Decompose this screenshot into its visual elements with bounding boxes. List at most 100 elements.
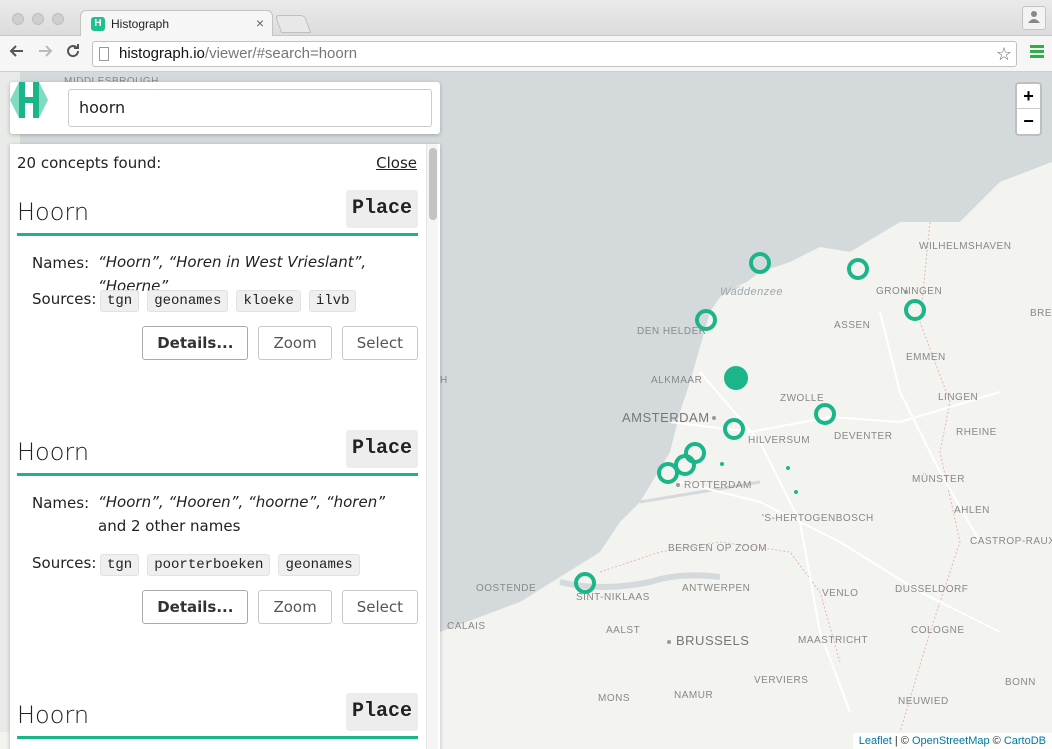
window-minimize-button[interactable] [32, 13, 44, 25]
hoorn-point[interactable] [720, 462, 724, 466]
map-label: BRUSSELS [676, 633, 749, 648]
zoom-control: + − [1015, 82, 1042, 136]
map-label: BRE [1030, 308, 1052, 319]
window-zoom-button[interactable] [52, 13, 64, 25]
sources-list: tgn geonames kloeke ilvb [100, 290, 357, 312]
arrow-left-icon[interactable] [6, 43, 28, 64]
map-label: EMMEN [906, 352, 946, 363]
results-panel: 20 concepts found: Close Hoorn Place Nam… [10, 144, 440, 749]
attribution-separator: | © [891, 735, 912, 747]
concept-type-badge: Place [345, 693, 418, 731]
map-label: ANTWERPEN [682, 583, 750, 594]
tab-title: Histograph [111, 17, 170, 31]
person-icon[interactable] [1022, 6, 1046, 30]
map-label: BERGEN OP ZOOM [668, 543, 767, 554]
map-label: OOSTENDE [476, 583, 536, 594]
osm-link[interactable]: OpenStreetMap [912, 735, 990, 747]
new-tab-button[interactable] [274, 15, 312, 33]
search-input[interactable]: hoorn [68, 89, 432, 127]
city-dot [667, 640, 671, 644]
map-label: ALKMAAR [651, 375, 702, 386]
map-label: H [440, 375, 448, 386]
details-button[interactable]: Details... [142, 590, 249, 624]
results-scrollbar[interactable] [426, 144, 438, 749]
map-label: RHEINE [956, 427, 997, 438]
map-label: LINGEN [938, 392, 978, 403]
select-button[interactable]: Select [341, 590, 418, 624]
reload-icon[interactable] [62, 43, 84, 64]
concept-names: “Hoorn”, “Hooren”, “hoorne”, “horen” and… [98, 490, 408, 538]
map-label: MONS [598, 693, 630, 704]
star-icon[interactable]: ☆ [996, 42, 1012, 66]
names-label: Names: [32, 254, 90, 272]
zoom-in-button[interactable]: + [1017, 84, 1040, 109]
concept-title: Hoorn [17, 701, 90, 729]
source-tag: kloeke [236, 290, 301, 312]
map-label: NEUWIED [898, 696, 949, 707]
map-label: ZWOLLE [780, 393, 824, 404]
zoom-button[interactable]: Zoom [258, 590, 332, 624]
concept-title: Hoorn [17, 438, 90, 466]
source-tag: poorterboeken [147, 554, 271, 576]
details-button[interactable]: Details... [142, 326, 249, 360]
concept-actions: Details... Zoom Select [142, 590, 418, 624]
names-label: Names: [32, 494, 90, 512]
map-label: NAMUR [674, 690, 713, 701]
map-label: DEVENTER [834, 431, 892, 442]
zoom-out-button[interactable]: − [1017, 109, 1040, 134]
source-tag: geonames [278, 554, 360, 576]
map-label: MÜNSTER [912, 473, 965, 485]
source-tag: ilvb [308, 290, 357, 312]
cartodb-link[interactable]: CartoDB [1004, 735, 1046, 747]
results-count: 20 concepts found: [17, 154, 162, 172]
zoom-button[interactable]: Zoom [258, 326, 332, 360]
map-label: COLOGNE [911, 625, 965, 636]
scrollbar-thumb[interactable] [429, 148, 437, 220]
attribution-separator: © [989, 735, 1004, 747]
address-bar[interactable]: histograph.io/viewer/#search=hoorn ☆ [92, 41, 1017, 67]
search-panel: hoorn [10, 82, 440, 134]
map-label: BONN [1005, 677, 1036, 688]
select-button[interactable]: Select [341, 326, 418, 360]
concept-actions: Details... Zoom Select [142, 326, 418, 360]
concept-type-badge: Place [345, 190, 418, 228]
leaflet-link[interactable]: Leaflet [859, 735, 892, 747]
histograph-logo-icon[interactable] [10, 82, 48, 118]
browser-tab[interactable]: H Histograph × [80, 10, 273, 37]
map-label: CASTROP-RAUXEL [970, 536, 1052, 547]
city-dot [676, 483, 680, 487]
map-label: ASSEN [834, 320, 870, 331]
map-label: ROTTERDAM [684, 480, 752, 491]
map-label: DUSSELDORF [895, 584, 968, 595]
map-label: AHLEN [954, 505, 990, 516]
window-close-button[interactable] [12, 13, 24, 25]
map-label: GRONINGEN [876, 286, 942, 297]
concept-divider [17, 736, 418, 739]
tab-close-icon[interactable]: × [256, 15, 264, 31]
map[interactable]: MIDDLESBROUGH Waddenzee WILHELMSHAVEN GR… [0, 72, 1052, 749]
hoorn-point[interactable] [786, 466, 790, 470]
url-host: histograph.io [119, 45, 205, 62]
hamburger-menu-icon[interactable] [1030, 45, 1044, 59]
concept-divider [17, 473, 418, 476]
map-label: HILVERSUM [748, 435, 810, 446]
map-label: CALAIS [447, 621, 486, 632]
arrow-right-icon[interactable] [34, 43, 56, 64]
map-label: AALST [606, 625, 640, 636]
close-results-link[interactable]: Close [376, 154, 417, 172]
city-dot [712, 416, 716, 420]
concept-title: Hoorn [17, 198, 90, 226]
url-path: /viewer/#search=hoorn [204, 45, 358, 62]
map-label: Waddenzee [720, 286, 783, 298]
page-icon [99, 47, 109, 61]
hoorn-marker-cluster[interactable] [724, 366, 748, 390]
map-label: WILHELMSHAVEN [919, 241, 1011, 252]
concept-type-badge: Place [345, 430, 418, 468]
map-label: 'S-HERTOGENBOSCH [762, 513, 874, 524]
names-extra: and 2 other names [98, 517, 241, 535]
sources-list: tgn poorterboeken geonames [100, 554, 360, 576]
source-tag: tgn [100, 554, 140, 576]
names-list: “Hoorn”, “Hooren”, “hoorne”, “horen” [98, 493, 385, 511]
map-label: DEN HELDER [637, 326, 706, 337]
hoorn-point[interactable] [794, 490, 798, 494]
